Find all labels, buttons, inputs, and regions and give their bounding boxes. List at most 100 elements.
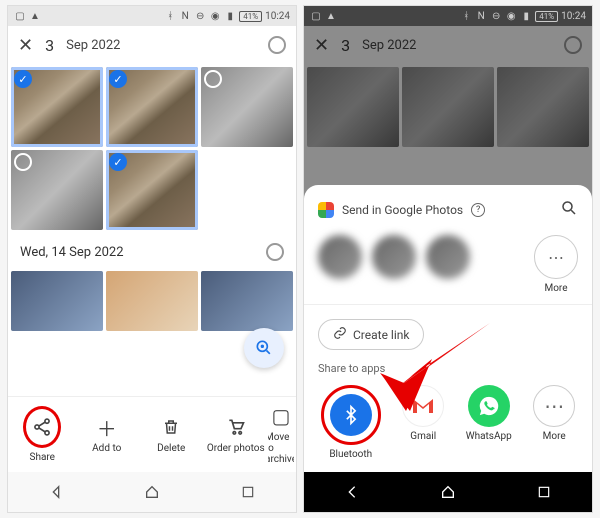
plus-icon: ＋	[97, 415, 117, 439]
selection-toolbar: ✕ 3 Sep 2022	[8, 26, 296, 64]
recents-icon[interactable]	[238, 482, 258, 502]
warning-icon: ▲	[29, 10, 41, 22]
bluetooth-status-icon: ᚼ	[164, 10, 176, 22]
addto-button[interactable]: ＋ Add to	[75, 415, 140, 454]
clock: 10:24	[265, 11, 290, 22]
back-icon[interactable]	[46, 482, 66, 502]
move-button[interactable]: ▢ Move to archive	[268, 404, 294, 465]
clock: 10:24	[561, 11, 586, 22]
bluetooth-status-icon: ᚼ	[460, 10, 472, 22]
trash-icon	[162, 415, 180, 439]
system-navbar	[304, 472, 592, 512]
action-label: Order photos	[207, 443, 265, 454]
select-all-circle[interactable]	[268, 36, 286, 54]
create-link-button[interactable]: Create link	[318, 319, 424, 350]
image-icon: ▢	[14, 10, 26, 22]
share-sheet: Send in Google Photos ? ⋯ More Cre	[304, 185, 592, 472]
share-button[interactable]: Share	[10, 406, 75, 463]
action-label: Share	[30, 452, 55, 463]
highlight-ring	[23, 406, 61, 448]
lens-icon	[254, 338, 274, 358]
photo-thumbnail[interactable]	[201, 67, 293, 147]
whatsapp-icon	[468, 385, 510, 427]
date-fragment: Sep 2022	[362, 38, 416, 53]
date-header: Wed, 14 Sep 2022	[8, 233, 296, 271]
back-icon[interactable]	[342, 482, 362, 502]
select-ring	[14, 153, 32, 171]
home-icon[interactable]	[438, 482, 458, 502]
share-icon	[32, 415, 52, 439]
order-button[interactable]: Order photos	[204, 415, 269, 454]
photo-thumbnail[interactable]	[11, 271, 103, 331]
warning-icon: ▲	[325, 10, 337, 22]
date-fragment: Sep 2022	[66, 38, 120, 53]
delete-button[interactable]: Delete	[139, 415, 204, 454]
nfc-icon: N	[179, 10, 191, 22]
gmail-app[interactable]: Gmail	[402, 385, 444, 460]
image-icon: ▢	[310, 10, 322, 22]
archive-icon: ▢	[272, 404, 291, 428]
photo-thumbnail[interactable]	[307, 67, 399, 147]
contact-avatar[interactable]	[426, 235, 470, 279]
contacts-row	[304, 225, 592, 289]
selection-toolbar: ✕ 3 Sep 2022	[304, 26, 592, 64]
close-icon[interactable]: ✕	[314, 35, 329, 56]
photo-grid	[304, 64, 592, 150]
link-label: Create link	[353, 328, 409, 342]
more-apps[interactable]: ⋯ More	[533, 385, 575, 460]
check-icon: ✓	[109, 153, 127, 171]
gmail-icon	[402, 385, 444, 427]
photo-thumbnail[interactable]	[201, 271, 293, 331]
search-icon[interactable]	[560, 199, 578, 221]
whatsapp-app[interactable]: WhatsApp	[466, 385, 512, 460]
battery-indicator: 41%	[535, 11, 558, 22]
share-apps-label: Share to apps	[304, 358, 592, 379]
photo-grid	[8, 271, 296, 331]
contact-avatar[interactable]	[318, 235, 362, 279]
app-label: Gmail	[410, 431, 436, 442]
google-photos-icon	[318, 202, 334, 218]
photo-thumbnail[interactable]	[11, 150, 103, 230]
select-all-circle[interactable]	[564, 36, 582, 54]
signal-icon: ▮	[224, 10, 236, 22]
link-icon	[333, 326, 347, 343]
lens-fab[interactable]	[244, 328, 284, 368]
check-icon: ✓	[109, 70, 127, 88]
contact-avatar[interactable]	[372, 235, 416, 279]
selection-count: 3	[341, 36, 350, 55]
wifi-icon: ◉	[505, 10, 517, 22]
app-label: Bluetooth	[329, 449, 372, 460]
cart-icon	[226, 415, 246, 439]
divider	[304, 304, 592, 305]
battery-indicator: 41%	[239, 11, 262, 22]
action-label: Delete	[157, 443, 185, 454]
selection-count: 3	[45, 36, 54, 55]
status-bar: ▢ ▲ ᚼ N ⊖ ◉ ▮ 41% 10:24	[8, 6, 296, 26]
sheet-title: Send in Google Photos	[342, 203, 463, 217]
photo-thumbnail[interactable]	[402, 67, 494, 147]
recents-icon[interactable]	[534, 482, 554, 502]
app-label: More	[543, 431, 566, 442]
phone-right: ▢ ▲ ᚼ N ⊖ ◉ ▮ 41% 10:24 ✕ 3 Sep 2022 Sen…	[303, 5, 593, 513]
select-all-circle[interactable]	[266, 243, 284, 261]
photo-thumbnail[interactable]	[106, 271, 198, 331]
close-icon[interactable]: ✕	[18, 35, 33, 56]
photo-thumbnail[interactable]	[497, 67, 589, 147]
photo-thumbnail[interactable]: ✓	[11, 67, 103, 147]
select-ring	[204, 70, 222, 88]
date-label: Wed, 14 Sep 2022	[20, 245, 124, 260]
dnd-icon: ⊖	[194, 10, 206, 22]
system-navbar	[8, 472, 296, 512]
photo-thumbnail[interactable]: ✓	[106, 67, 198, 147]
action-bar: Share ＋ Add to Delete Order photos ▢ Mov…	[8, 396, 296, 472]
check-icon: ✓	[14, 70, 32, 88]
apps-row: Bluetooth Gmail WhatsApp ⋯ More	[304, 379, 592, 462]
signal-icon: ▮	[520, 10, 532, 22]
home-icon[interactable]	[142, 482, 162, 502]
photo-thumbnail[interactable]: ✓	[106, 150, 198, 230]
phone-left: ▢ ▲ ᚼ N ⊖ ◉ ▮ 41% 10:24 ✕ 3 Sep 2022 ✓ ✓…	[7, 5, 297, 513]
help-icon[interactable]: ?	[471, 203, 485, 217]
dnd-icon: ⊖	[490, 10, 502, 22]
highlight-ring	[321, 385, 381, 445]
bluetooth-app[interactable]: Bluetooth	[321, 385, 381, 460]
